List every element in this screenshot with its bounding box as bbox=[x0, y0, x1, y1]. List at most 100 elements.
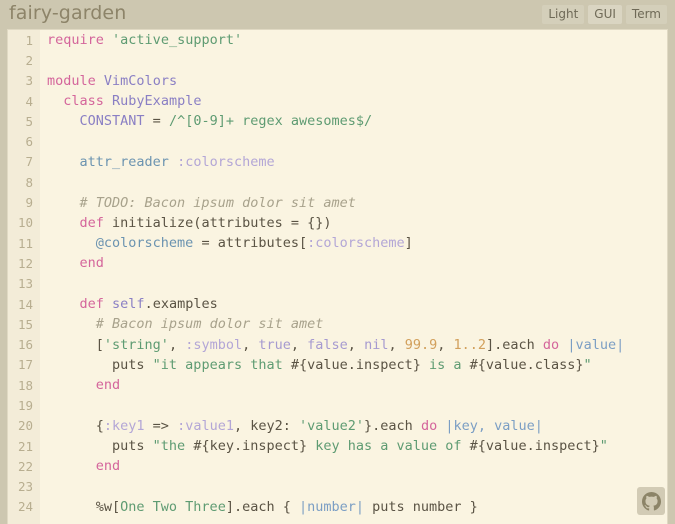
line-number: 1 bbox=[8, 30, 40, 50]
token-pln: , key2: bbox=[234, 418, 299, 434]
token-pln bbox=[47, 377, 96, 393]
code-line: 8 bbox=[8, 172, 667, 192]
code-line-content: def initialize(attributes = {}) bbox=[40, 213, 667, 233]
line-number: 2 bbox=[8, 50, 40, 70]
token-pln: #{key.inspect} bbox=[193, 438, 307, 454]
code-line-content bbox=[40, 50, 667, 70]
code-line-content: {:key1 => :value1, key2: 'value2'}.each … bbox=[40, 416, 667, 436]
line-number: 12 bbox=[8, 253, 40, 273]
code-line-content: require 'active_support' bbox=[40, 30, 667, 50]
token-pln bbox=[96, 73, 104, 89]
token-pln: .examples bbox=[145, 296, 218, 312]
code-line-content: # Bacon ipsum dolor sit amet bbox=[40, 314, 667, 334]
line-number: 22 bbox=[8, 456, 40, 476]
token-pln: #{value.class} bbox=[470, 357, 584, 373]
github-icon[interactable] bbox=[637, 487, 665, 515]
code-line: 10 def initialize(attributes = {}) bbox=[8, 213, 667, 233]
token-num: 1..2 bbox=[454, 337, 487, 353]
gui-button[interactable]: GUI bbox=[588, 5, 622, 24]
code-line-content: end bbox=[40, 253, 667, 273]
code-line: 17 puts "it appears that #{value.inspect… bbox=[8, 355, 667, 375]
token-kw: require bbox=[47, 32, 104, 48]
token-cmt: # TODO: Bacon ipsum dolor sit amet bbox=[80, 195, 356, 211]
token-str: "it appears that bbox=[153, 357, 291, 373]
token-pln: }.each bbox=[364, 418, 421, 434]
token-str: key has a value of bbox=[307, 438, 470, 454]
token-kw: module bbox=[47, 73, 96, 89]
token-kw: def bbox=[80, 296, 104, 312]
token-pln bbox=[47, 215, 80, 231]
token-ivar: @colorscheme bbox=[96, 235, 194, 251]
token-pln bbox=[104, 296, 112, 312]
code-line-content bbox=[40, 477, 667, 497]
header-button-group: LightGUITerm bbox=[542, 5, 667, 24]
line-number: 4 bbox=[8, 91, 40, 111]
token-pln: = bbox=[145, 113, 169, 129]
code-line: 1require 'active_support' bbox=[8, 30, 667, 50]
code-line: 15 # Bacon ipsum dolor sit amet bbox=[8, 314, 667, 334]
line-number: 13 bbox=[8, 274, 40, 294]
term-button[interactable]: Term bbox=[626, 5, 667, 24]
token-pln bbox=[47, 296, 80, 312]
code-line-content: def self.examples bbox=[40, 294, 667, 314]
line-number: 23 bbox=[8, 477, 40, 497]
token-pln: , bbox=[348, 337, 364, 353]
token-str: 'value2' bbox=[299, 418, 364, 434]
token-sym: :colorscheme bbox=[177, 154, 275, 170]
code-line-content: attr_reader :colorscheme bbox=[40, 152, 667, 172]
code-line: 11 @colorscheme = attributes[:colorschem… bbox=[8, 233, 667, 253]
token-kw: do bbox=[543, 337, 559, 353]
line-number: 20 bbox=[8, 416, 40, 436]
code-line: 23 bbox=[8, 477, 667, 497]
code-line: 9 # TODO: Bacon ipsum dolor sit amet bbox=[8, 192, 667, 212]
line-number: 6 bbox=[8, 131, 40, 151]
code-line-content: end bbox=[40, 375, 667, 395]
token-pln: , bbox=[437, 337, 453, 353]
code-line: 13 bbox=[8, 274, 667, 294]
token-pln bbox=[47, 316, 96, 332]
token-str: "the bbox=[153, 438, 194, 454]
code-line: 7 attr_reader :colorscheme bbox=[8, 152, 667, 172]
token-const: VimColors bbox=[104, 73, 177, 89]
code-line-content: module VimColors bbox=[40, 71, 667, 91]
token-str: One Two Three bbox=[120, 499, 226, 515]
token-pln: , bbox=[242, 337, 258, 353]
line-number: 5 bbox=[8, 111, 40, 131]
code-line: 21 puts "the #{key.inspect} key has a va… bbox=[8, 436, 667, 456]
token-sym: :value1 bbox=[177, 418, 234, 434]
token-pln: [ bbox=[47, 337, 104, 353]
token-pln bbox=[169, 154, 177, 170]
token-pln: => bbox=[145, 418, 178, 434]
code-line: 14 def self.examples bbox=[8, 294, 667, 314]
token-const: self bbox=[112, 296, 145, 312]
token-pln: initialize(attributes = {}) bbox=[104, 215, 332, 231]
code-line-content bbox=[40, 172, 667, 192]
code-line-content: puts "it appears that #{value.inspect} i… bbox=[40, 355, 667, 375]
token-sym: :key1 bbox=[104, 418, 145, 434]
token-pln bbox=[47, 458, 96, 474]
token-kw: class bbox=[63, 93, 104, 109]
token-kw: end bbox=[96, 377, 120, 393]
line-number: 7 bbox=[8, 152, 40, 172]
token-pln bbox=[104, 93, 112, 109]
line-number: 15 bbox=[8, 314, 40, 334]
token-pln: #{value.inspect} bbox=[470, 438, 600, 454]
code-line: 20 {:key1 => :value1, key2: 'value2'}.ea… bbox=[8, 416, 667, 436]
token-lit: false bbox=[307, 337, 348, 353]
code-line-content: CONSTANT = /^[0-9]+ regex awesomes$/ bbox=[40, 111, 667, 131]
code-line: 19 bbox=[8, 395, 667, 415]
code-line: 4 class RubyExample bbox=[8, 91, 667, 111]
token-pln bbox=[47, 93, 63, 109]
github-octocat-glyph bbox=[642, 492, 661, 511]
line-number: 10 bbox=[8, 213, 40, 233]
light-button[interactable]: Light bbox=[542, 5, 584, 24]
code-line-content: class RubyExample bbox=[40, 91, 667, 111]
token-pln: , bbox=[388, 337, 404, 353]
token-pln: ] bbox=[405, 235, 413, 251]
code-table: 1require 'active_support'23module VimCol… bbox=[8, 30, 667, 517]
token-str: 'active_support' bbox=[112, 32, 242, 48]
code-line: 12 end bbox=[8, 253, 667, 273]
token-pln bbox=[47, 113, 80, 129]
token-pln: %w[ bbox=[47, 499, 120, 515]
code-viewer[interactable]: 1require 'active_support'23module VimCol… bbox=[7, 29, 668, 524]
